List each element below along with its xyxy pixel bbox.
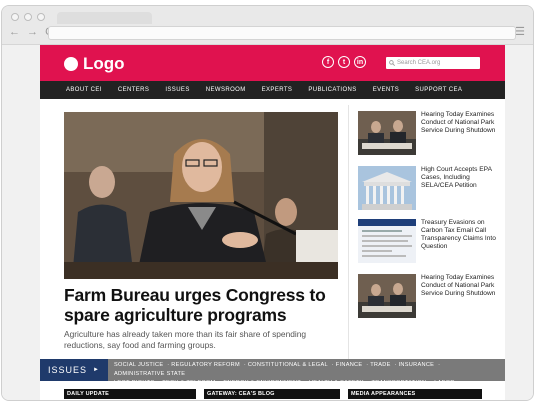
minimize-dot[interactable]	[24, 13, 32, 21]
column-divider	[348, 105, 349, 360]
story-thumbnail-image	[358, 274, 416, 318]
browser-tab[interactable]	[57, 12, 152, 24]
browser-window: ← → C ☰ Logo f t in Search CEA.org ABOUT…	[1, 5, 534, 401]
issue-link[interactable]: LABOR	[434, 380, 454, 386]
issue-links: SOCIAL JUSTICE · REGULATORY REFORM · CON…	[114, 362, 455, 386]
search-input[interactable]: Search CEA.org	[386, 57, 480, 69]
story-thumbnail-image	[358, 111, 416, 155]
search-icon	[389, 60, 395, 66]
issues-bar: ISSUES ► SOCIAL JUSTICE · REGULATORY REF…	[40, 359, 505, 386]
issue-link[interactable]: HEALTH & SAFETY	[309, 380, 364, 386]
website: Logo f t in Search CEA.org ABOUT CEI CEN…	[40, 45, 505, 400]
story-title: Hearing Today Examines Conduct of Nation…	[421, 274, 496, 297]
issue-link[interactable]: ADMINISTRATIVE STATE	[114, 371, 185, 377]
sidebar-story-4[interactable]: Hearing Today Examines Conduct of Nation…	[358, 274, 497, 318]
issue-link[interactable]: ENERGY & ENVIRONMENT	[223, 380, 301, 386]
story-thumbnail-image	[358, 166, 416, 210]
logo-text: Logo	[83, 54, 125, 73]
window-controls	[11, 13, 45, 21]
facebook-icon[interactable]: f	[322, 56, 334, 68]
address-bar[interactable]	[48, 26, 516, 40]
blog-header[interactable]: GATEWAY: CEA'S BLOG	[204, 389, 340, 399]
feature-image[interactable]	[64, 112, 338, 279]
sidebar-story-1[interactable]: Hearing Today Examines Conduct of Nation…	[358, 111, 497, 155]
issue-link[interactable]: CONSTITUTIONAL & LEGAL	[248, 362, 328, 368]
issues-label[interactable]: ISSUES ►	[40, 359, 108, 381]
site-logo[interactable]: Logo	[64, 54, 125, 74]
hearing-photo-image	[64, 112, 338, 279]
nav-item-events[interactable]: EVENTS	[373, 87, 399, 93]
nav-item-centers[interactable]: CENTERS	[118, 87, 149, 93]
nav-item-about[interactable]: ABOUT CEI	[66, 87, 102, 93]
story-title: Treasury Evasions on Carbon Tax Email Ca…	[421, 219, 496, 250]
issue-link[interactable]: LBGT RIGHTS	[114, 380, 155, 386]
page-viewport: Logo f t in Search CEA.org ABOUT CEI CEN…	[2, 45, 533, 400]
issue-link[interactable]: TECH & TELECOM	[162, 380, 215, 386]
story-title: High Court Accepts EPA Cases, Including …	[421, 166, 492, 189]
logo-circle-icon	[64, 57, 78, 71]
issue-link[interactable]: REGULATORY REFORM	[171, 362, 240, 368]
media-appearances-header[interactable]: MEDIA APPEARANCES	[348, 389, 482, 399]
issue-link[interactable]: TRADE	[370, 362, 390, 368]
search-placeholder: Search CEA.org	[397, 60, 441, 66]
issue-link[interactable]: FINANCE	[336, 362, 363, 368]
feature-headline[interactable]: Farm Bureau urges Congress to spare agri…	[64, 285, 344, 325]
daily-update-header[interactable]: DAILY UPDATE	[64, 389, 196, 399]
arrow-right-icon: ►	[93, 367, 100, 373]
story-title: Hearing Today Examines Conduct of Nation…	[421, 111, 496, 134]
nav-item-publications[interactable]: PUBLICATIONS	[308, 87, 356, 93]
close-dot[interactable]	[11, 13, 19, 21]
hamburger-menu-icon[interactable]: ☰	[515, 25, 525, 38]
social-links: f t in	[322, 56, 366, 68]
twitter-icon[interactable]: t	[338, 56, 350, 68]
nav-item-experts[interactable]: EXPERTS	[262, 87, 293, 93]
nav-item-newsroom[interactable]: NEWSROOM	[206, 87, 246, 93]
site-header: Logo f t in Search CEA.org	[40, 45, 505, 81]
linkedin-icon[interactable]: in	[354, 56, 366, 68]
issue-link[interactable]: SOCIAL JUSTICE	[114, 362, 163, 368]
nav-item-issues[interactable]: ISSUES	[165, 87, 189, 93]
issue-link[interactable]: TRANSPORTATION	[372, 380, 427, 386]
nav-item-support[interactable]: SUPPORT CEA	[415, 87, 462, 93]
sidebar-story-3[interactable]: Treasury Evasions on Carbon Tax Email Ca…	[358, 219, 497, 263]
main-navigation: ABOUT CEI CENTERS ISSUES NEWSROOM EXPERT…	[40, 81, 505, 99]
issue-link[interactable]: INSURANCE	[399, 362, 435, 368]
story-thumbnail-image	[358, 219, 416, 263]
issues-label-text: ISSUES	[48, 365, 88, 375]
maximize-dot[interactable]	[37, 13, 45, 21]
sidebar-story-2[interactable]: High Court Accepts EPA Cases, Including …	[358, 166, 497, 210]
feature-summary: Agriculture has already taken more than …	[64, 329, 307, 350]
bottom-section-headers: DAILY UPDATE GATEWAY: CEA'S BLOG MEDIA A…	[64, 389, 504, 399]
browser-chrome: ← → C ☰	[2, 6, 533, 45]
